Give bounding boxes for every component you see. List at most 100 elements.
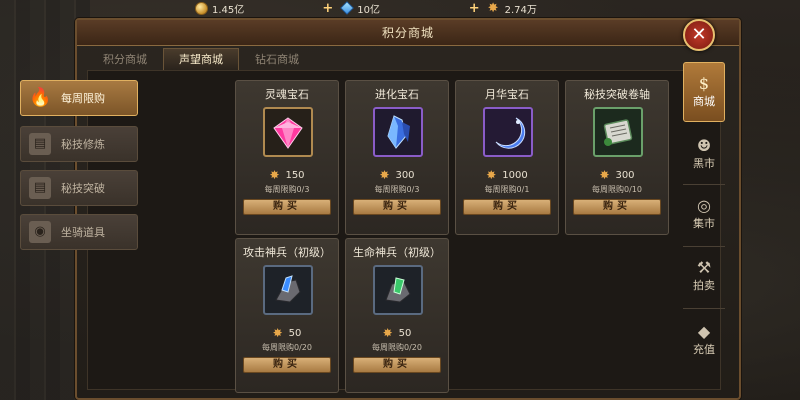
- item-price: ✸ 300: [566, 169, 668, 182]
- star-points-icon: ✸: [599, 168, 610, 182]
- star-points-icon: ✸: [272, 326, 283, 340]
- side-tab-shop[interactable]: $ 商城: [683, 62, 725, 122]
- item-slot[interactable]: [263, 107, 313, 157]
- coin-amount: 1.45亿: [212, 4, 245, 16]
- scroll-icon: ▤: [29, 177, 51, 199]
- item-card: 秘技突破卷轴 ✸ 300 每周限购0/10 购买: [565, 80, 669, 235]
- item-price: ✸ 1000: [456, 169, 558, 182]
- category-nav: 🔥 每周限购 ▤ 秘技修炼 ▤ 秘技突破 ◉ 坐骑道具: [10, 58, 138, 370]
- nav-mount-items[interactable]: ◉ 坐骑道具: [20, 214, 138, 250]
- buy-button[interactable]: 购买: [463, 199, 551, 215]
- side-tab-label: 商城: [693, 95, 715, 108]
- star-points-icon: ✸: [269, 168, 280, 182]
- pink-gem-icon: [273, 117, 303, 149]
- item-slot[interactable]: [373, 265, 423, 315]
- price-value: 1000: [502, 170, 528, 181]
- item-price: ✸ 300: [346, 169, 448, 182]
- side-tab-label: 拍卖: [693, 279, 715, 292]
- item-price: ✸ 50: [236, 327, 338, 340]
- purchase-limit: 每周限购0/3: [264, 185, 310, 194]
- item-slot[interactable]: [593, 107, 643, 157]
- item-name: 灵魂宝石: [265, 88, 309, 101]
- purchase-limit: 每周限购0/10: [592, 185, 642, 194]
- add-coins-button[interactable]: +: [322, 1, 333, 16]
- item-card: 生命神兵（初级） ✸ 50 每周限购0/20 购买: [345, 238, 449, 393]
- diamond-icon: ◆: [697, 322, 711, 341]
- money-bag-icon: $: [698, 74, 710, 93]
- price-value: 300: [615, 170, 635, 181]
- side-tab-label: 充值: [693, 343, 715, 356]
- add-gems-button[interactable]: +: [469, 1, 480, 16]
- side-tab-label: 黑市: [693, 157, 715, 170]
- item-card: 进化宝石 ✸ 300 每周限购0/3 购买: [345, 80, 449, 235]
- nav-label: 坐骑道具: [61, 226, 105, 239]
- nav-weekly-limited[interactable]: 🔥 每周限购: [20, 80, 138, 116]
- gem-currency: 10亿: [340, 1, 468, 16]
- merchant-icon: ☻: [696, 136, 712, 155]
- divider: [683, 184, 725, 185]
- blue-crystal-icon: [387, 115, 410, 149]
- buy-button[interactable]: 购买: [353, 357, 441, 373]
- side-tab-recharge[interactable]: ◆ 充值: [683, 314, 725, 366]
- buy-button[interactable]: 购买: [573, 199, 661, 215]
- item-price: ✸ 150: [236, 169, 338, 182]
- points-currency: ✸ 2.74万: [488, 1, 615, 16]
- green-weapon-icon: [385, 277, 411, 303]
- tab-reputation-shop[interactable]: 声望商城: [163, 48, 239, 70]
- purchase-limit: 每周限购0/20: [372, 343, 422, 352]
- divider: [683, 308, 725, 309]
- star-points-icon: ✸: [486, 168, 497, 182]
- star-points-icon: ✸: [379, 168, 390, 182]
- nav-skill-training[interactable]: ▤ 秘技修炼: [20, 126, 138, 162]
- item-price: ✸ 50: [346, 327, 448, 340]
- side-tab-black-market[interactable]: ☻ 黑市: [683, 128, 725, 180]
- price-value: 50: [398, 328, 412, 339]
- item-name: 生命神兵（初级）: [353, 246, 441, 259]
- item-card: 攻击神兵（初级） ✸ 50 每周限购0/20 购买: [235, 238, 339, 393]
- nav-skill-breakthrough[interactable]: ▤ 秘技突破: [20, 170, 138, 206]
- coin-icon: [195, 1, 208, 15]
- coins-stack-icon: ◎: [697, 196, 711, 215]
- tab-diamond-shop[interactable]: 钻石商城: [239, 48, 315, 70]
- item-card: 月华宝石 ✸ 1000 每周限购0/1 购买: [455, 80, 559, 235]
- item-slot[interactable]: [373, 107, 423, 157]
- buy-button[interactable]: 购买: [243, 199, 331, 215]
- item-name: 进化宝石: [375, 88, 419, 101]
- item-slot[interactable]: [483, 107, 533, 157]
- coin-currency: 1.45亿: [195, 1, 322, 16]
- side-tab-market[interactable]: ◎ 集市: [683, 188, 725, 240]
- panel-title: 积分商城: [381, 26, 434, 40]
- side-tab-label: 集市: [693, 217, 715, 230]
- close-button[interactable]: ✕: [683, 19, 715, 51]
- nav-label: 每周限购: [61, 92, 105, 105]
- purchase-limit: 每周限购0/1: [484, 185, 530, 194]
- scroll-item-icon: [603, 119, 633, 146]
- close-icon: ✕: [691, 24, 707, 45]
- points-amount: 2.74万: [504, 4, 537, 16]
- star-points-icon: ✸: [382, 326, 393, 340]
- price-value: 50: [288, 328, 302, 339]
- flame-icon: 🔥: [29, 87, 52, 108]
- nav-label: 秘技修炼: [61, 138, 105, 151]
- item-slot[interactable]: [263, 265, 313, 315]
- buy-button[interactable]: 购买: [243, 357, 331, 373]
- blue-weapon-icon: [275, 275, 301, 303]
- item-card: 灵魂宝石 ✸ 150 每周限购0/3 购买: [235, 80, 339, 235]
- purchase-limit: 每周限购0/20: [262, 343, 312, 352]
- side-tab-auction[interactable]: ⚒ 拍卖: [683, 250, 725, 302]
- purchase-limit: 每周限购0/3: [374, 185, 420, 194]
- star-points-icon: ✸: [487, 0, 499, 16]
- item-name: 月华宝石: [485, 88, 529, 101]
- gem-icon: [340, 1, 355, 15]
- title-bar: 积分商城: [77, 20, 739, 46]
- buy-button[interactable]: 购买: [353, 199, 441, 215]
- item-name: 攻击神兵（初级）: [243, 246, 331, 259]
- price-value: 300: [395, 170, 415, 181]
- gavel-icon: ⚒: [696, 258, 712, 277]
- nav-label: 秘技突破: [61, 182, 105, 195]
- currency-bar: 1.45亿 + 10亿 + ✸ 2.74万: [195, 0, 615, 16]
- price-value: 150: [285, 170, 305, 181]
- gem-amount: 10亿: [357, 4, 381, 16]
- divider: [683, 246, 725, 247]
- item-name: 秘技突破卷轴: [584, 88, 650, 101]
